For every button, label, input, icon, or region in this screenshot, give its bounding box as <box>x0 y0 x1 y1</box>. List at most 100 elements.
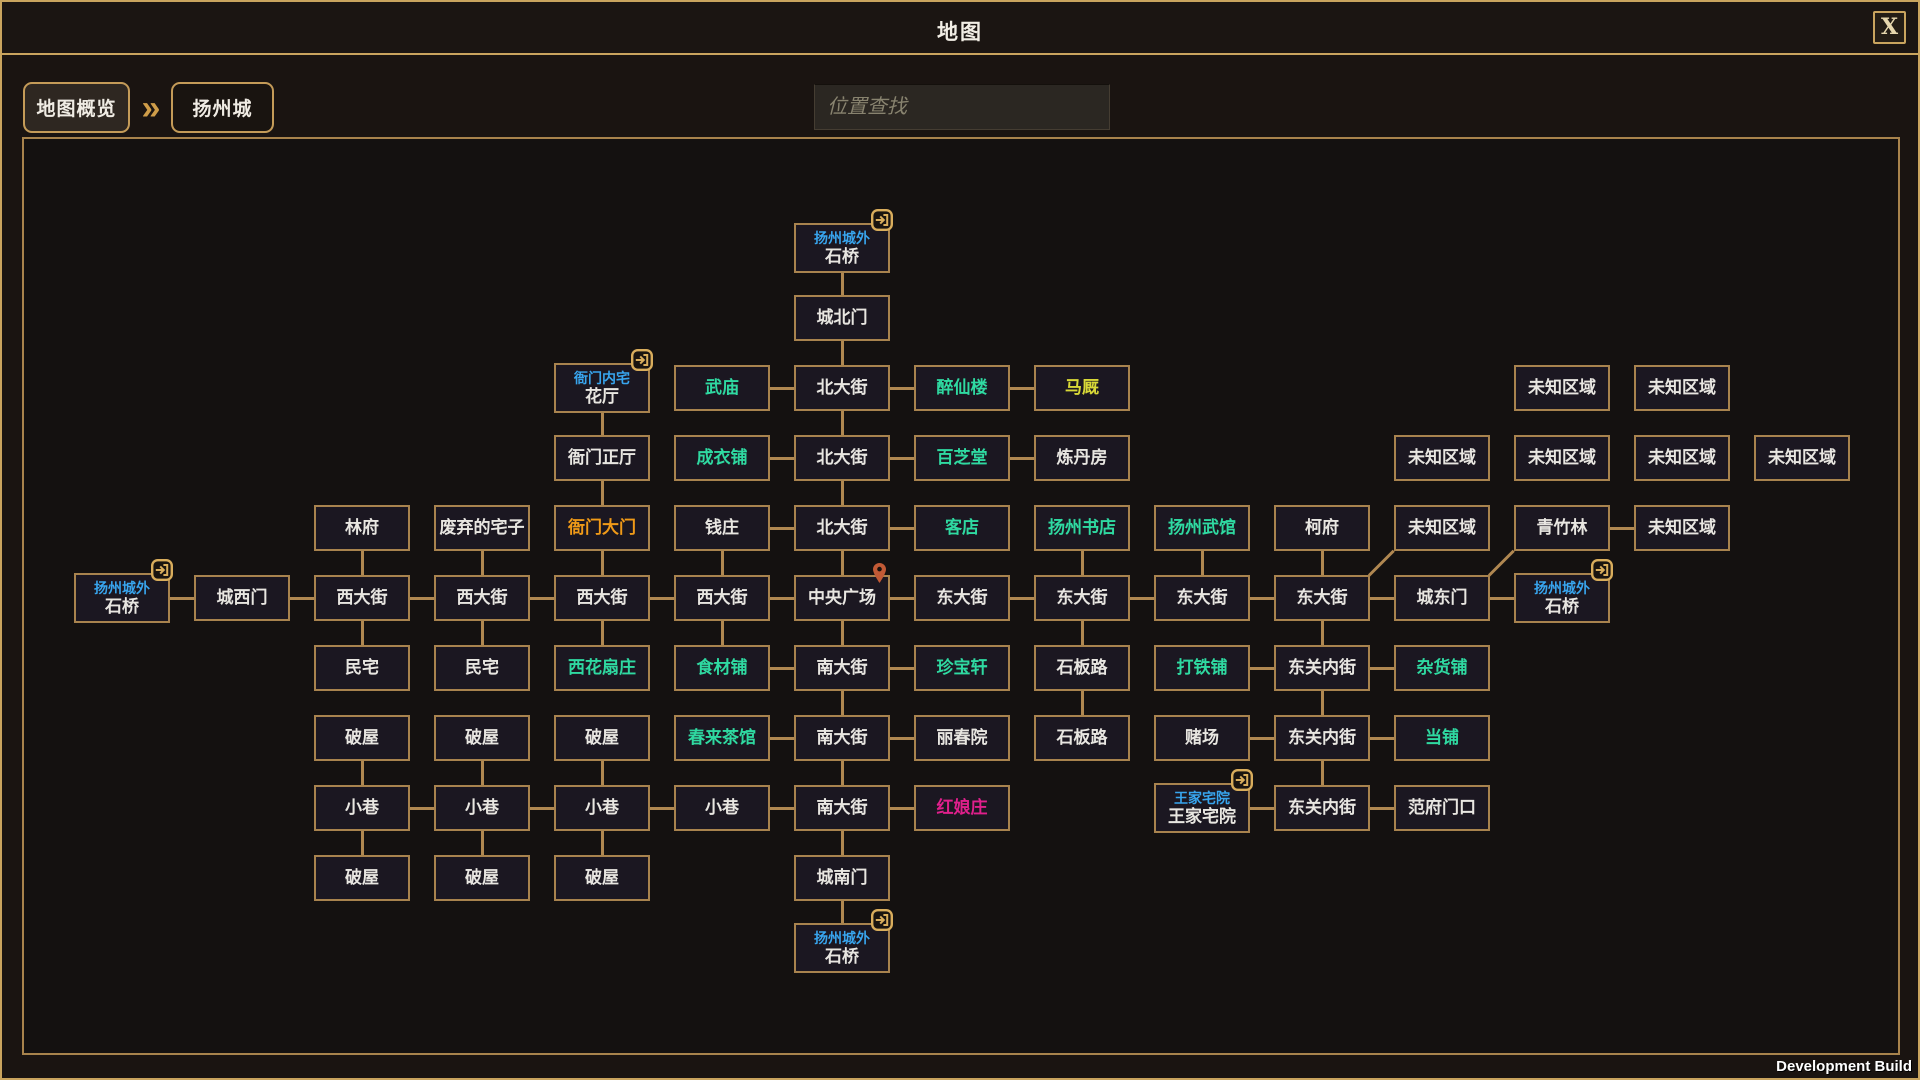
map-edge-horizontal <box>890 807 914 810</box>
node-label: 东关内街 <box>1288 658 1356 678</box>
map-node-破屋[interactable]: 破屋 <box>314 715 410 761</box>
node-label: 食材铺 <box>697 658 748 678</box>
map-edge-horizontal <box>650 597 674 600</box>
map-node-林府[interactable]: 林府 <box>314 505 410 551</box>
node-area-label: 王家宅院 <box>1174 790 1230 806</box>
map-node-废弃的宅子[interactable]: 废弃的宅子 <box>434 505 530 551</box>
node-label: 钱庄 <box>705 518 739 538</box>
map-node-客店[interactable]: 客店 <box>914 505 1010 551</box>
node-label: 破屋 <box>465 728 499 748</box>
map-node-破屋[interactable]: 破屋 <box>434 715 530 761</box>
map-node-王家宅院[interactable]: 王家宅院王家宅院 <box>1154 783 1250 833</box>
map-node-中央广场[interactable]: 中央广场 <box>794 575 890 621</box>
map-node-范府门口[interactable]: 范府门口 <box>1394 785 1490 831</box>
map-edge-horizontal <box>890 667 914 670</box>
map-node-破屋[interactable]: 破屋 <box>554 855 650 901</box>
node-label: 范府门口 <box>1408 798 1476 818</box>
map-node-珍宝轩[interactable]: 珍宝轩 <box>914 645 1010 691</box>
map-node-未知区域[interactable]: 未知区域 <box>1514 435 1610 481</box>
map-node-西大街[interactable]: 西大街 <box>554 575 650 621</box>
map-edge-vertical <box>481 761 484 785</box>
map-edge-vertical <box>601 621 604 645</box>
map-node-石板路[interactable]: 石板路 <box>1034 715 1130 761</box>
map-edge-horizontal <box>1250 807 1274 810</box>
map-node-打铁铺[interactable]: 打铁铺 <box>1154 645 1250 691</box>
map-node-南大街[interactable]: 南大街 <box>794 715 890 761</box>
map-node-当铺[interactable]: 当铺 <box>1394 715 1490 761</box>
map-node-扬州书店[interactable]: 扬州书店 <box>1034 505 1130 551</box>
map-node-东关内街[interactable]: 东关内街 <box>1274 785 1370 831</box>
map-node-民宅[interactable]: 民宅 <box>434 645 530 691</box>
node-label: 北大街 <box>817 518 868 538</box>
map-node-南大街[interactable]: 南大街 <box>794 645 890 691</box>
map-node-破屋[interactable]: 破屋 <box>554 715 650 761</box>
map-node-西大街[interactable]: 西大街 <box>314 575 410 621</box>
map-node-未知区域[interactable]: 未知区域 <box>1634 435 1730 481</box>
map-node-衙门大门[interactable]: 衙门大门 <box>554 505 650 551</box>
map-node-赌场[interactable]: 赌场 <box>1154 715 1250 761</box>
map-node-民宅[interactable]: 民宅 <box>314 645 410 691</box>
map-edge-vertical <box>841 901 844 925</box>
exit-portal-icon <box>871 209 893 231</box>
map-node-城南门[interactable]: 城南门 <box>794 855 890 901</box>
map-node-石桥[interactable]: 扬州城外石桥 <box>74 573 170 623</box>
map-node-百芝堂[interactable]: 百芝堂 <box>914 435 1010 481</box>
map-node-石板路[interactable]: 石板路 <box>1034 645 1130 691</box>
map-node-衙门正厅[interactable]: 衙门正厅 <box>554 435 650 481</box>
dev-build-label: Development Build <box>1776 1058 1912 1075</box>
map-node-石桥[interactable]: 扬州城外石桥 <box>794 923 890 973</box>
map-node-城北门[interactable]: 城北门 <box>794 295 890 341</box>
map-node-西大街[interactable]: 西大街 <box>434 575 530 621</box>
map-node-花厅[interactable]: 衙门内宅花厅 <box>554 363 650 413</box>
map-node-东关内街[interactable]: 东关内街 <box>1274 715 1370 761</box>
map-node-石桥[interactable]: 扬州城外石桥 <box>794 223 890 273</box>
map-node-城东门[interactable]: 城东门 <box>1394 575 1490 621</box>
node-label: 东关内街 <box>1288 728 1356 748</box>
map-node-西大街[interactable]: 西大街 <box>674 575 770 621</box>
map-node-红娘庄[interactable]: 红娘庄 <box>914 785 1010 831</box>
map-node-未知区域[interactable]: 未知区域 <box>1394 505 1490 551</box>
map-node-东大街[interactable]: 东大街 <box>1034 575 1130 621</box>
map-node-未知区域[interactable]: 未知区域 <box>1754 435 1850 481</box>
map-edge-vertical <box>601 551 604 575</box>
node-label: 青竹林 <box>1537 518 1588 538</box>
map-node-小巷[interactable]: 小巷 <box>554 785 650 831</box>
map-node-北大街[interactable]: 北大街 <box>794 435 890 481</box>
map-node-破屋[interactable]: 破屋 <box>434 855 530 901</box>
map-node-东大街[interactable]: 东大街 <box>1154 575 1250 621</box>
map-node-石桥[interactable]: 扬州城外石桥 <box>1514 573 1610 623</box>
map-node-城西门[interactable]: 城西门 <box>194 575 290 621</box>
map-node-丽春院[interactable]: 丽春院 <box>914 715 1010 761</box>
map-node-小巷[interactable]: 小巷 <box>674 785 770 831</box>
map-node-东大街[interactable]: 东大街 <box>1274 575 1370 621</box>
map-node-小巷[interactable]: 小巷 <box>434 785 530 831</box>
map-node-杂货铺[interactable]: 杂货铺 <box>1394 645 1490 691</box>
map-node-未知区域[interactable]: 未知区域 <box>1514 365 1610 411</box>
map-edge-horizontal <box>770 807 794 810</box>
map-node-破屋[interactable]: 破屋 <box>314 855 410 901</box>
map-node-北大街[interactable]: 北大街 <box>794 365 890 411</box>
node-label: 红娘庄 <box>937 798 988 818</box>
map-node-食材铺[interactable]: 食材铺 <box>674 645 770 691</box>
map-node-未知区域[interactable]: 未知区域 <box>1634 505 1730 551</box>
map-node-醉仙楼[interactable]: 醉仙楼 <box>914 365 1010 411</box>
map-node-西花扇庄[interactable]: 西花扇庄 <box>554 645 650 691</box>
map-node-青竹林[interactable]: 青竹林 <box>1514 505 1610 551</box>
map-node-扬州武馆[interactable]: 扬州武馆 <box>1154 505 1250 551</box>
map-node-未知区域[interactable]: 未知区域 <box>1634 365 1730 411</box>
map-node-未知区域[interactable]: 未知区域 <box>1394 435 1490 481</box>
map-node-钱庄[interactable]: 钱庄 <box>674 505 770 551</box>
map-node-春来茶馆[interactable]: 春来茶馆 <box>674 715 770 761</box>
map-node-马厩[interactable]: 马厩 <box>1034 365 1130 411</box>
map-node-武庙[interactable]: 武庙 <box>674 365 770 411</box>
exit-portal-icon <box>631 349 653 371</box>
map-node-成衣铺[interactable]: 成衣铺 <box>674 435 770 481</box>
map-node-炼丹房[interactable]: 炼丹房 <box>1034 435 1130 481</box>
map-node-东关内街[interactable]: 东关内街 <box>1274 645 1370 691</box>
location-pin-icon <box>873 563 886 583</box>
map-node-东大街[interactable]: 东大街 <box>914 575 1010 621</box>
map-node-小巷[interactable]: 小巷 <box>314 785 410 831</box>
map-node-北大街[interactable]: 北大街 <box>794 505 890 551</box>
map-node-南大街[interactable]: 南大街 <box>794 785 890 831</box>
map-node-柯府[interactable]: 柯府 <box>1274 505 1370 551</box>
